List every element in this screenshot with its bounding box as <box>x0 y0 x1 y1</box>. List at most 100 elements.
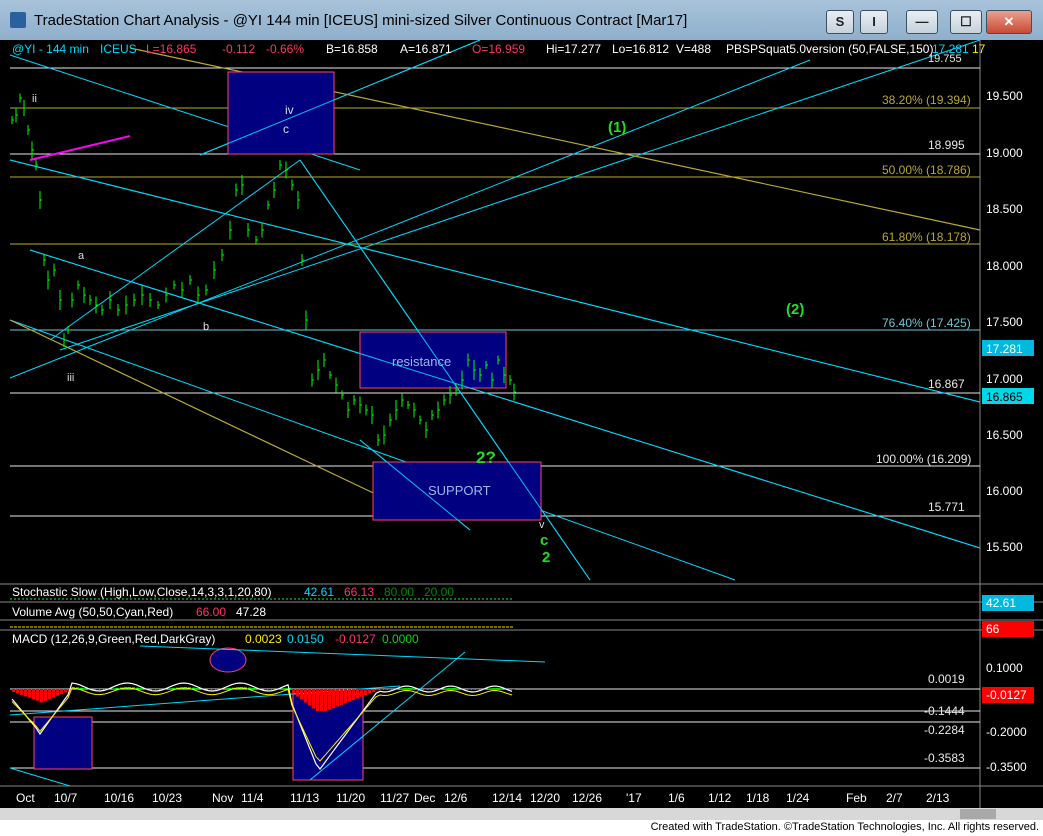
support-label: SUPPORT <box>428 483 491 498</box>
maximize-button[interactable]: ☐ <box>950 10 982 34</box>
minimize-button[interactable]: — <box>906 10 938 34</box>
header-v2: 17 <box>972 42 986 56</box>
macd-hist-bar <box>408 688 411 689</box>
scrollbar-thumb <box>960 809 996 819</box>
last-price-value: 16.865 <box>986 390 1023 404</box>
date-tick: 10/23 <box>152 791 182 805</box>
header-v1: 17.281 <box>932 42 969 56</box>
title-bar[interactable]: TradeStation Chart Analysis - @YI 144 mi… <box>0 0 1043 41</box>
stochastic-name: Stochastic Slow (High,Low,Close,14,3,3,1… <box>12 585 271 599</box>
macd-hist-bar <box>328 689 331 710</box>
i-button[interactable]: I <box>860 10 888 34</box>
date-tick: '17 <box>626 791 642 805</box>
macd-hist-bar <box>20 689 23 695</box>
macd-ellipse <box>209 647 247 673</box>
macd-v2: 0.0150 <box>287 632 324 646</box>
volume-v1: 66.00 <box>196 605 226 619</box>
macd-hist-bar <box>312 689 315 709</box>
header-study: PBSPSquat5.0version (50,FALSE,150) <box>726 42 933 56</box>
macd-hist-bar <box>304 689 307 703</box>
macd-hist-bar <box>100 689 103 690</box>
macd-hist-bar <box>500 688 503 689</box>
date-tick: 1/12 <box>708 791 732 805</box>
wave-a-label: a <box>78 250 85 262</box>
header-bid: B=16.858 <box>326 42 378 56</box>
macd-hist-bar <box>272 689 275 690</box>
price-axis: 19.500 19.000 18.500 18.000 17.500 17.00… <box>986 89 1023 554</box>
macd-hist-bar <box>316 689 319 711</box>
chart-window: TradeStation Chart Analysis - @YI 144 mi… <box>0 0 1043 836</box>
macd-hist-bar <box>492 688 495 689</box>
macd-hist-bar <box>360 689 363 697</box>
window-title: TradeStation Chart Analysis - @YI 144 mi… <box>34 12 688 29</box>
macd-hist-bar <box>32 689 35 700</box>
price-tick: 18.500 <box>986 202 1023 216</box>
macd-hist-bar <box>292 689 295 694</box>
date-tick: 2/13 <box>926 791 950 805</box>
price-tick: 17.000 <box>986 372 1023 386</box>
macd-hist-bar <box>400 688 403 689</box>
date-tick: 12/20 <box>530 791 560 805</box>
close-button[interactable]: ✕ <box>986 10 1032 34</box>
header-info: @YI - 144 min ICEUS L=16.865 -0.112 -0.6… <box>12 42 986 56</box>
macd-hist-bar <box>48 689 51 700</box>
wave-b-label: b <box>203 321 209 333</box>
header-change: -0.112 <box>222 42 255 56</box>
date-tick: Nov <box>212 791 233 805</box>
macd-hist-bar <box>368 689 371 694</box>
wave-c-top-label: c <box>283 122 289 136</box>
date-tick: 11/27 <box>380 791 409 805</box>
macd-v3: -0.0127 <box>335 632 376 646</box>
macd-hist-bar <box>412 688 415 689</box>
wave-ii-label: ii <box>32 93 37 105</box>
date-tick: 11/20 <box>336 791 365 805</box>
wave-iv-box <box>227 71 335 155</box>
macd-hist-bar <box>388 689 391 690</box>
macd-hist-bar <box>156 689 159 690</box>
date-tick: 11/13 <box>290 791 319 805</box>
macd-hist-bar <box>308 689 311 706</box>
date-tick: 1/18 <box>746 791 770 805</box>
header-low: Lo=16.812 <box>612 42 669 56</box>
macd-hist-bar <box>268 689 271 690</box>
macd-hist-bar <box>352 689 355 701</box>
macd-hist-bar <box>212 689 215 690</box>
header-volume: V=488 <box>676 42 711 56</box>
macd-hist-bar <box>444 688 447 689</box>
macd-label-1444: -0.1444 <box>924 704 965 718</box>
macd-hist-bar <box>496 688 499 689</box>
date-tick: Dec <box>414 791 435 805</box>
header-last: L=16.865 <box>146 42 197 56</box>
macd-hist-bar <box>384 689 387 690</box>
macd-label-0019: 0.0019 <box>928 672 965 686</box>
macd-hist-bar <box>332 689 335 709</box>
macd-hist-bar <box>512 689 515 690</box>
chart-area[interactable]: 19.500 19.000 18.500 18.000 17.500 17.00… <box>0 40 1043 836</box>
s-button[interactable]: S <box>826 10 854 34</box>
macd-hist-bar <box>300 689 303 700</box>
stochastic-os: 20.00 <box>424 585 454 599</box>
wave-2-final-label: 2 <box>542 549 550 566</box>
macd-hist-bar <box>452 688 455 689</box>
wave-iv-label: iv <box>285 103 294 117</box>
macd-hist-bar <box>476 689 479 690</box>
macd-hist-bar <box>488 688 491 689</box>
macd-hist-bar <box>44 689 47 701</box>
macd-hist-bar <box>172 688 175 689</box>
macd-tick: 0.1000 <box>986 661 1023 675</box>
level-18995-label: 18.995 <box>928 138 965 152</box>
macd-hist-bar <box>404 688 407 689</box>
macd-hist-bar <box>80 687 83 689</box>
fib-618-label: 61.80% (18.178) <box>882 230 971 244</box>
macd-axis-value: -0.0127 <box>986 688 1027 702</box>
macd-hist-bar <box>40 689 43 703</box>
price-tick: 19.000 <box>986 146 1023 160</box>
macd-hist-bar <box>344 689 347 704</box>
macd-hist-bar <box>56 689 59 696</box>
macd-hist-bar <box>424 689 427 690</box>
macd-box-left <box>33 716 93 770</box>
date-tick: 1/24 <box>786 791 810 805</box>
macd-hist-bar <box>336 689 339 707</box>
macd-tick: -0.2000 <box>986 725 1027 739</box>
volume-name: Volume Avg (50,50,Cyan,Red) <box>12 605 173 619</box>
